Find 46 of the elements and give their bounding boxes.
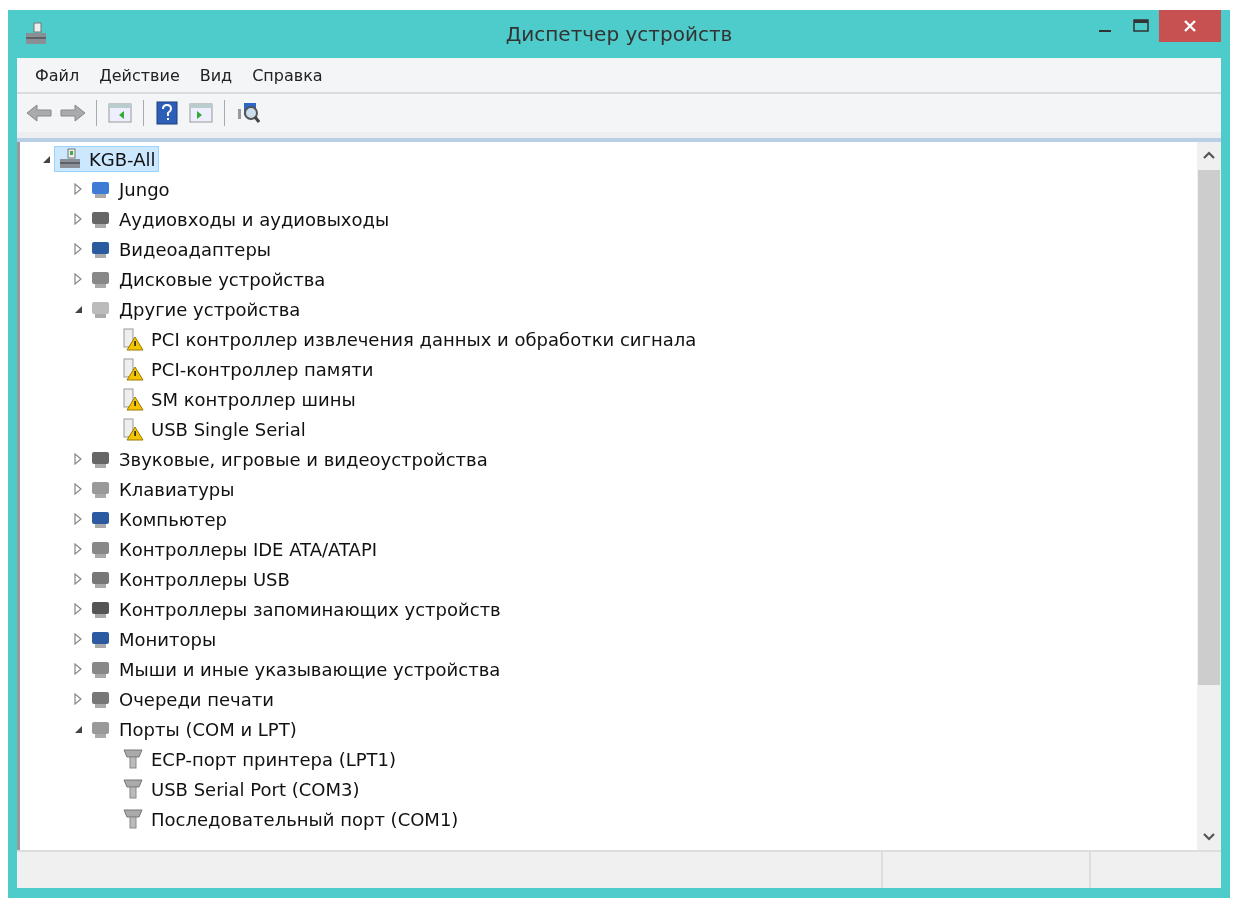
tree-item[interactable]: Очереди печати (86, 686, 277, 712)
tree-item[interactable]: PCI-контроллер памяти (118, 355, 377, 383)
menu-item[interactable]: Вид (189, 61, 243, 89)
tree-item[interactable]: Аудиовходы и аудиовыходы (86, 206, 393, 232)
warning-device-icon (121, 327, 145, 351)
tree-item[interactable]: Мыши и иные указывающие устройства (86, 656, 504, 682)
help-button[interactable] (153, 99, 181, 127)
tree-item[interactable]: Дисковые устройства (86, 266, 329, 292)
tree-item[interactable]: Звуковые, игровые и видеоустройства (86, 446, 491, 472)
warning-device-icon (121, 357, 145, 381)
tree-item[interactable]: ECP-порт принтера (LPT1) (118, 745, 400, 773)
scroll-up-icon[interactable] (1203, 151, 1215, 159)
computer-icon (57, 148, 83, 170)
window-title: Диспетчер устройств (505, 22, 733, 46)
tree-item[interactable]: Компьютер (86, 506, 230, 532)
warning-device-icon (121, 417, 145, 441)
tree-item[interactable]: Видеоадаптеры (86, 236, 275, 262)
warning-device-icon (121, 387, 145, 411)
tree-item[interactable]: Порты (COM и LPT) (86, 716, 300, 742)
tree-item[interactable]: Контроллеры запоминающих устройств (86, 596, 504, 622)
tree-item[interactable]: Контроллеры IDE ATA/ATAPI (86, 536, 381, 562)
tree-item[interactable]: SM контроллер шины (118, 385, 359, 413)
scroll-down-icon[interactable] (1203, 833, 1215, 841)
tree-item[interactable]: Jungo (86, 176, 173, 202)
tree-item[interactable]: Последовательный порт (COM1) (118, 805, 462, 833)
tree-item[interactable]: USB Single Serial (118, 415, 309, 443)
port-icon (121, 807, 145, 831)
tree-item[interactable]: Контроллеры USB (86, 566, 293, 592)
menu-item[interactable]: Действие (89, 61, 190, 89)
close-icon (1183, 19, 1197, 33)
tree-item[interactable]: Клавиатуры (86, 476, 238, 502)
maximize-icon (1133, 19, 1149, 33)
tree-item[interactable]: KGB-All (54, 146, 159, 172)
scrollbar[interactable] (1197, 142, 1221, 850)
minimize-icon (1099, 30, 1111, 32)
menu-item[interactable]: Файл (25, 61, 90, 89)
tree-item[interactable]: PCI контроллер извлечения данных и обработки сигнала (118, 325, 700, 353)
app-icon (23, 22, 49, 46)
scrollbar-thumb[interactable] (1198, 170, 1220, 685)
port-icon (121, 747, 145, 771)
tree-item[interactable]: Мониторы (86, 626, 220, 652)
port-icon (121, 777, 145, 801)
menu-item[interactable]: Справка (242, 61, 333, 89)
tree-item[interactable]: USB Serial Port (COM3) (118, 775, 363, 803)
tree-item[interactable]: Другие устройства (86, 296, 304, 322)
close-button[interactable] (1159, 10, 1221, 42)
